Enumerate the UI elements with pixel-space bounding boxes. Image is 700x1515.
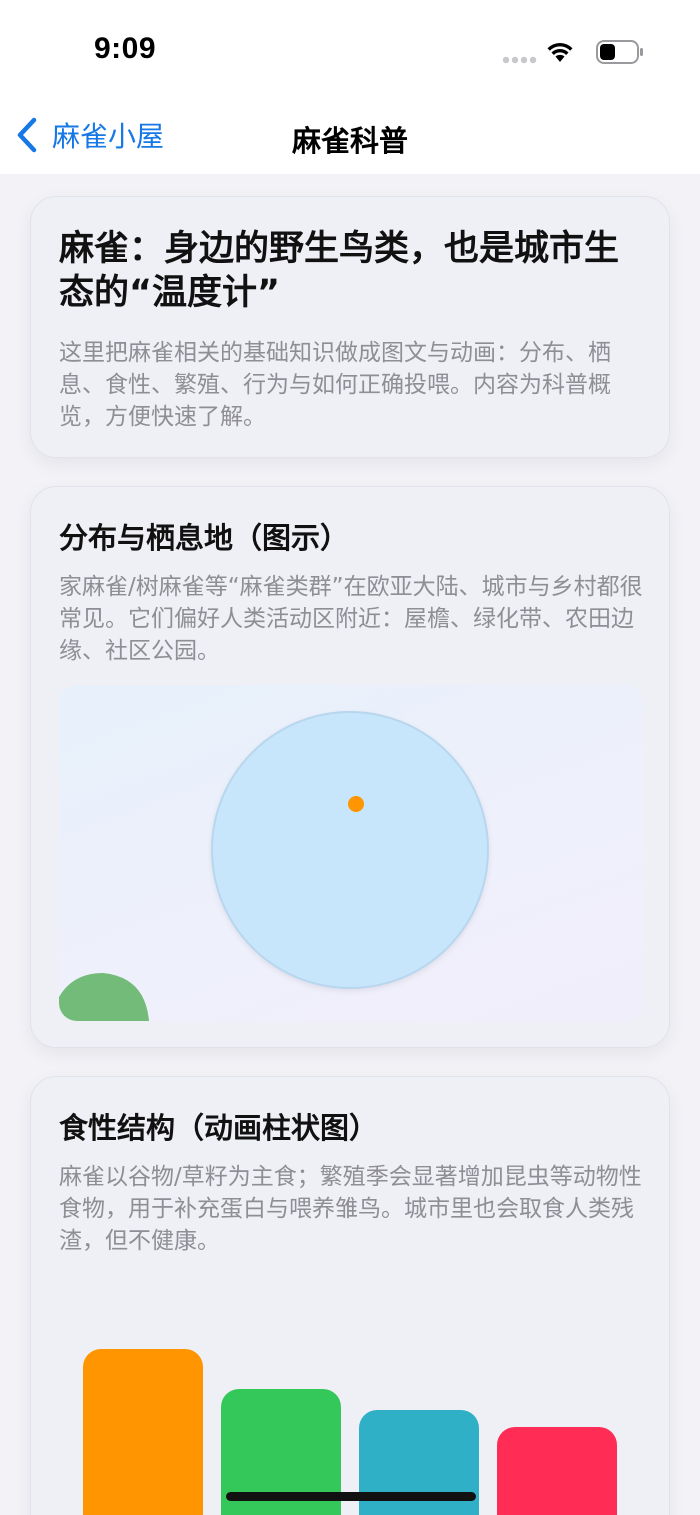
diet-bar <box>497 1427 617 1515</box>
home-indicator[interactable] <box>226 1492 476 1501</box>
intro-card: 麻雀：身边的野生鸟类，也是城市生态的“温度计” 这里把麻雀相关的基础知识做成图文… <box>30 196 670 458</box>
habitat-description: 家麻雀/树麻雀等“麻雀类群”在欧亚大陆、城市与乡村都很常见。它们偏好人类活动区附… <box>59 574 643 664</box>
battery-icon <box>596 40 643 64</box>
habitat-title: 分布与栖息地（图示） <box>59 521 350 555</box>
sparrow-location-marker <box>348 796 364 812</box>
screen: 9:09 麻雀小屋 麻雀科普 麻雀：身边的野生鸟类，也是城市生态的“温度计” 这… <box>0 0 700 1515</box>
leaf-icon <box>59 973 149 1021</box>
habitat-card: 分布与栖息地（图示） 家麻雀/树麻雀等“麻雀类群”在欧亚大陆、城市与乡村都很常见… <box>30 486 670 1048</box>
wifi-icon <box>547 43 573 62</box>
page-title: 麻雀科普 <box>291 124 408 158</box>
diet-bar <box>83 1349 203 1515</box>
status-time: 9:09 <box>94 32 157 65</box>
status-bar: 9:09 <box>0 0 700 100</box>
navigation-bar: 麻雀小屋 麻雀科普 <box>0 100 700 174</box>
habitat-illustration <box>59 685 643 1021</box>
diet-card: 食性结构（动画柱状图） 麻雀以谷物/草籽为主食；繁殖季会显著增加昆虫等动物性食物… <box>30 1076 670 1515</box>
globe-icon <box>211 711 489 989</box>
intro-title: 麻雀：身边的野生鸟类，也是城市生态的“温度计” <box>59 229 620 313</box>
intro-description: 这里把麻雀相关的基础知识做成图文与动画：分布、栖息、食性、繁殖、行为与如何正确投… <box>59 340 611 430</box>
diet-description: 麻雀以谷物/草籽为主食；繁殖季会显著增加昆虫等动物性食物，用于补充蛋白与喂养雏鸟… <box>59 1164 642 1254</box>
diet-title: 食性结构（动画柱状图） <box>59 1111 379 1145</box>
signal-icon <box>502 56 537 64</box>
